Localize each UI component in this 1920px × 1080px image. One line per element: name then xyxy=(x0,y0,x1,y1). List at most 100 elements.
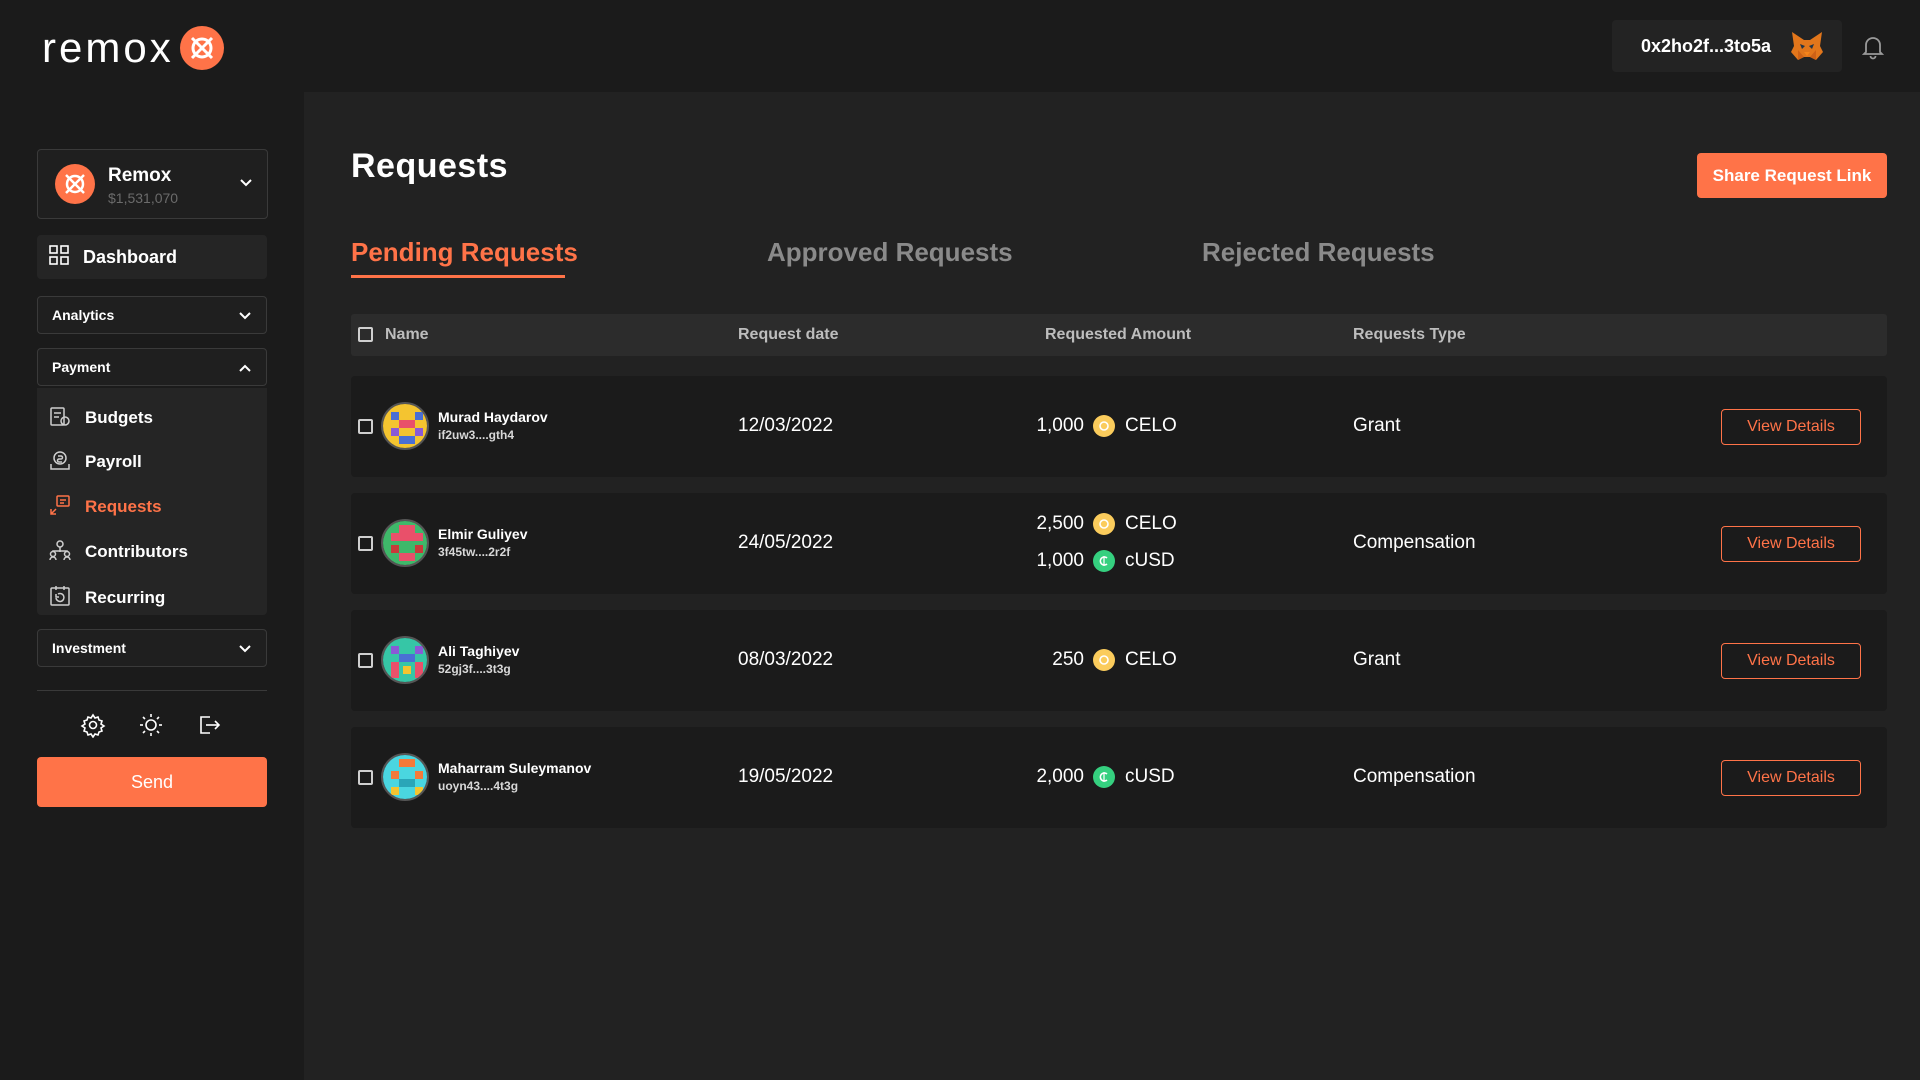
sidebar-item-label: Dashboard xyxy=(83,246,178,267)
org-balance: $1,531,070 xyxy=(108,190,179,206)
avatar xyxy=(381,519,429,567)
logo[interactable]: remox xyxy=(42,24,224,72)
recurring-icon xyxy=(49,585,71,612)
main-content: Requests Share Request Link Pending Requ… xyxy=(304,92,1920,1080)
avatar xyxy=(381,753,429,801)
send-button[interactable]: Send xyxy=(37,757,267,807)
sidebar-group-label: Analytics xyxy=(52,307,115,323)
sidebar: Remox $1,531,070 Dashboard Analytics Pay… xyxy=(0,92,304,1080)
sidebar-divider xyxy=(37,690,267,691)
sidebar-item-requests[interactable]: Requests xyxy=(49,492,162,522)
org-name: Remox xyxy=(108,165,172,186)
wallet-button[interactable]: 0x2ho2f...3to5a xyxy=(1612,20,1842,72)
sidebar-group-investment[interactable]: Investment xyxy=(37,629,267,667)
row-checkbox[interactable] xyxy=(358,653,373,668)
sidebar-item-budgets[interactable]: Budgets xyxy=(49,403,153,433)
amount-value: 250 xyxy=(1052,649,1084,670)
amount-value: 1,000 xyxy=(1036,415,1084,436)
table-row: Elmir Guliyev 3f45tw....2r2f 24/05/2022 … xyxy=(351,493,1887,594)
page-title: Requests xyxy=(351,147,509,185)
sidebar-group-payment[interactable]: Payment xyxy=(37,348,267,386)
tab-approved-requests[interactable]: Approved Requests xyxy=(767,237,1013,268)
request-type: Grant xyxy=(1353,415,1401,436)
request-date: 24/05/2022 xyxy=(738,532,834,553)
column-header-type: Requests Type xyxy=(1353,326,1466,343)
requester-name: Ali Taghiyev xyxy=(438,643,520,659)
requester-address: if2uw3....gth4 xyxy=(438,428,515,442)
sidebar-item-payroll[interactable]: Payroll xyxy=(49,447,142,477)
sidebar-item-label: Recurring xyxy=(85,588,166,607)
avatar xyxy=(381,402,429,450)
contributors-icon xyxy=(49,539,71,566)
celo-coin-icon xyxy=(1093,649,1115,671)
column-header-name: Name xyxy=(385,326,429,343)
sidebar-item-recurring[interactable]: Recurring xyxy=(49,583,165,613)
requester-name: Elmir Guliyev xyxy=(438,526,528,542)
tab-pending-requests[interactable]: Pending Requests xyxy=(351,237,578,268)
chevron-down-icon xyxy=(238,309,252,323)
amount-value: 2,000 xyxy=(1036,766,1084,787)
requested-amount: 1,000 cUSD xyxy=(1024,548,1175,574)
chevron-up-icon xyxy=(238,361,252,375)
amount-currency: CELO xyxy=(1125,415,1177,436)
row-checkbox[interactable] xyxy=(358,770,373,785)
gear-icon[interactable] xyxy=(80,712,106,739)
cusd-coin-icon xyxy=(1093,766,1115,788)
sidebar-item-dashboard[interactable]: Dashboard xyxy=(37,235,267,279)
table-row: Ali Taghiyev 52gj3f....3t3g 08/03/2022 2… xyxy=(351,610,1887,711)
logout-icon[interactable] xyxy=(196,712,222,738)
sidebar-group-label: Payment xyxy=(52,359,111,375)
amount-currency: cUSD xyxy=(1125,766,1175,787)
sun-icon[interactable] xyxy=(138,712,164,738)
dashboard-icon xyxy=(49,244,69,270)
table-header: Name Request date Requested Amount Reque… xyxy=(351,314,1887,356)
requester-name: Murad Haydarov xyxy=(438,409,548,425)
org-avatar-icon xyxy=(55,164,95,204)
metamask-fox-icon xyxy=(1790,30,1824,62)
cusd-coin-icon xyxy=(1093,550,1115,572)
logo-mark-icon xyxy=(179,26,224,70)
chevron-down-icon xyxy=(239,176,253,190)
sidebar-group-label: Investment xyxy=(52,640,126,656)
requester-address: uoyn43....4t3g xyxy=(438,779,519,793)
request-date: 19/05/2022 xyxy=(738,766,834,787)
share-request-link-button[interactable]: Share Request Link xyxy=(1697,153,1887,198)
sidebar-group-analytics[interactable]: Analytics xyxy=(37,296,267,334)
sidebar-item-label: Contributors xyxy=(85,542,188,561)
requests-icon xyxy=(49,494,71,521)
bell-icon[interactable] xyxy=(1861,34,1885,60)
column-header-date: Request date xyxy=(738,326,839,343)
amount-value: 2,500 xyxy=(1036,513,1084,534)
amount-currency: CELO xyxy=(1125,513,1177,534)
table-row: Maharram Suleymanov uoyn43....4t3g 19/05… xyxy=(351,727,1887,828)
budgets-icon xyxy=(49,405,71,432)
sidebar-item-contributors[interactable]: Contributors xyxy=(49,537,188,567)
amount-value: 1,000 xyxy=(1036,550,1084,571)
sidebar-actions xyxy=(80,712,230,742)
request-type: Grant xyxy=(1353,649,1401,670)
tab-rejected-requests[interactable]: Rejected Requests xyxy=(1202,237,1435,268)
requester-address: 52gj3f....3t3g xyxy=(438,662,511,676)
chevron-down-icon xyxy=(238,642,252,656)
celo-coin-icon xyxy=(1093,513,1115,535)
view-details-button[interactable]: View Details xyxy=(1721,526,1861,562)
view-details-button[interactable]: View Details xyxy=(1721,760,1861,796)
row-checkbox[interactable] xyxy=(358,536,373,551)
org-selector[interactable]: Remox $1,531,070 xyxy=(37,149,268,219)
request-date: 12/03/2022 xyxy=(738,415,834,436)
sidebar-item-label: Payroll xyxy=(85,452,142,471)
select-all-checkbox[interactable] xyxy=(358,327,373,342)
view-details-button[interactable]: View Details xyxy=(1721,409,1861,445)
sidebar-item-label: Budgets xyxy=(85,408,153,427)
logo-text: remox xyxy=(42,24,174,71)
request-type: Compensation xyxy=(1353,532,1476,553)
row-checkbox[interactable] xyxy=(358,419,373,434)
payroll-icon xyxy=(49,449,71,476)
request-type: Compensation xyxy=(1353,766,1476,787)
celo-coin-icon xyxy=(1093,415,1115,437)
top-bar: remox 0x2ho2f...3to5a xyxy=(0,0,1920,92)
requester-address: 3f45tw....2r2f xyxy=(438,545,511,559)
active-tab-indicator xyxy=(351,275,565,278)
view-details-button[interactable]: View Details xyxy=(1721,643,1861,679)
table-row: Murad Haydarov if2uw3....gth4 12/03/2022… xyxy=(351,376,1887,477)
